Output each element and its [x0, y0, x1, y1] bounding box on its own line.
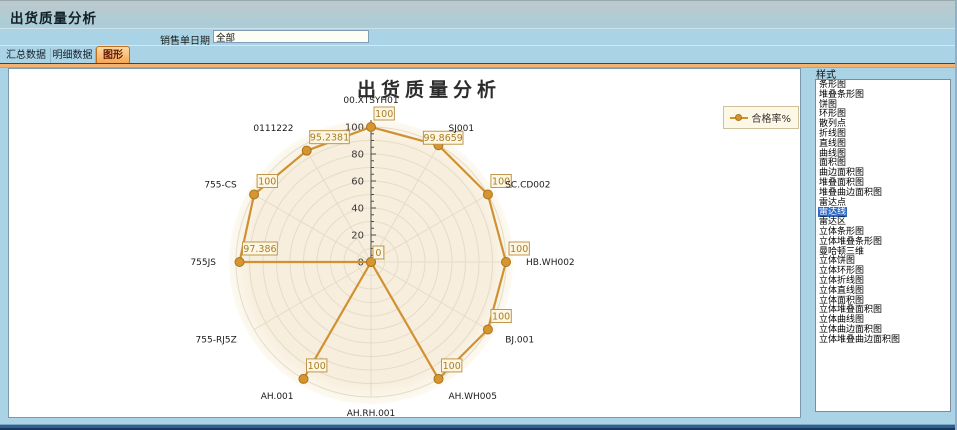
application-window: 出货质量分析 销售单日期 汇总数据明细数据图形 0 20 40 60 80 100 100 9… — [0, 0, 957, 430]
svg-text:755-RJ5Z: 755-RJ5Z — [196, 336, 237, 346]
tab-2[interactable]: 明细数据 — [50, 48, 96, 64]
svg-text:755JS: 755JS — [190, 258, 216, 268]
radar-svg: 02040608010010099.8659100100100100010009… — [9, 69, 800, 417]
svg-text:AH.RH.001: AH.RH.001 — [347, 409, 396, 419]
date-input[interactable] — [213, 30, 369, 43]
svg-text:BJ.001: BJ.001 — [505, 336, 534, 346]
svg-text:100: 100 — [443, 361, 461, 372]
svg-text:SC.CD002: SC.CD002 — [505, 181, 550, 191]
svg-text:100: 100 — [492, 312, 510, 323]
svg-text:97.386: 97.386 — [243, 244, 276, 255]
chart-title: 出货质量分析 — [149, 75, 709, 102]
window-title-bar: 出货质量分析 — [0, 0, 957, 29]
svg-text:AH.WH005: AH.WH005 — [449, 392, 497, 402]
svg-text:SJ001: SJ001 — [449, 124, 475, 134]
series-line-icon — [730, 117, 748, 119]
svg-text:20: 20 — [351, 231, 364, 242]
window-title: 出货质量分析 — [10, 7, 97, 27]
svg-text:100: 100 — [510, 244, 528, 255]
legend: 合格率% — [723, 106, 799, 129]
style-option[interactable]: 立体堆叠曲边面积图 — [816, 336, 950, 346]
series-point-icon — [735, 114, 742, 121]
tab-strip: 汇总数据明细数据图形 — [0, 45, 957, 63]
svg-text:80: 80 — [351, 150, 364, 161]
chart-panel: 02040608010010099.8659100100100100010009… — [8, 68, 801, 418]
svg-text:99.8659: 99.8659 — [424, 133, 463, 144]
svg-text:100: 100 — [308, 361, 326, 372]
svg-text:100: 100 — [258, 177, 276, 188]
svg-text:0111222: 0111222 — [253, 124, 293, 134]
tab-1[interactable]: 汇总数据 — [2, 48, 51, 64]
style-listbox[interactable]: 条形图堆叠条形图饼图环形图散列点折线图直线图曲线图面积图曲边面积图堆叠面积图堆叠… — [815, 79, 951, 412]
svg-text:755-CS: 755-CS — [204, 181, 237, 191]
filter-toolbar: 销售单日期 — [0, 29, 957, 45]
svg-text:0: 0 — [375, 248, 381, 259]
svg-text:40: 40 — [351, 204, 364, 215]
svg-text:HB.WH002: HB.WH002 — [526, 258, 575, 268]
legend-label: 合格率% — [751, 110, 791, 125]
svg-text:60: 60 — [351, 177, 364, 188]
svg-text:AH.001: AH.001 — [261, 392, 294, 402]
svg-text:95.2381: 95.2381 — [310, 133, 349, 144]
svg-text:100: 100 — [375, 109, 393, 120]
